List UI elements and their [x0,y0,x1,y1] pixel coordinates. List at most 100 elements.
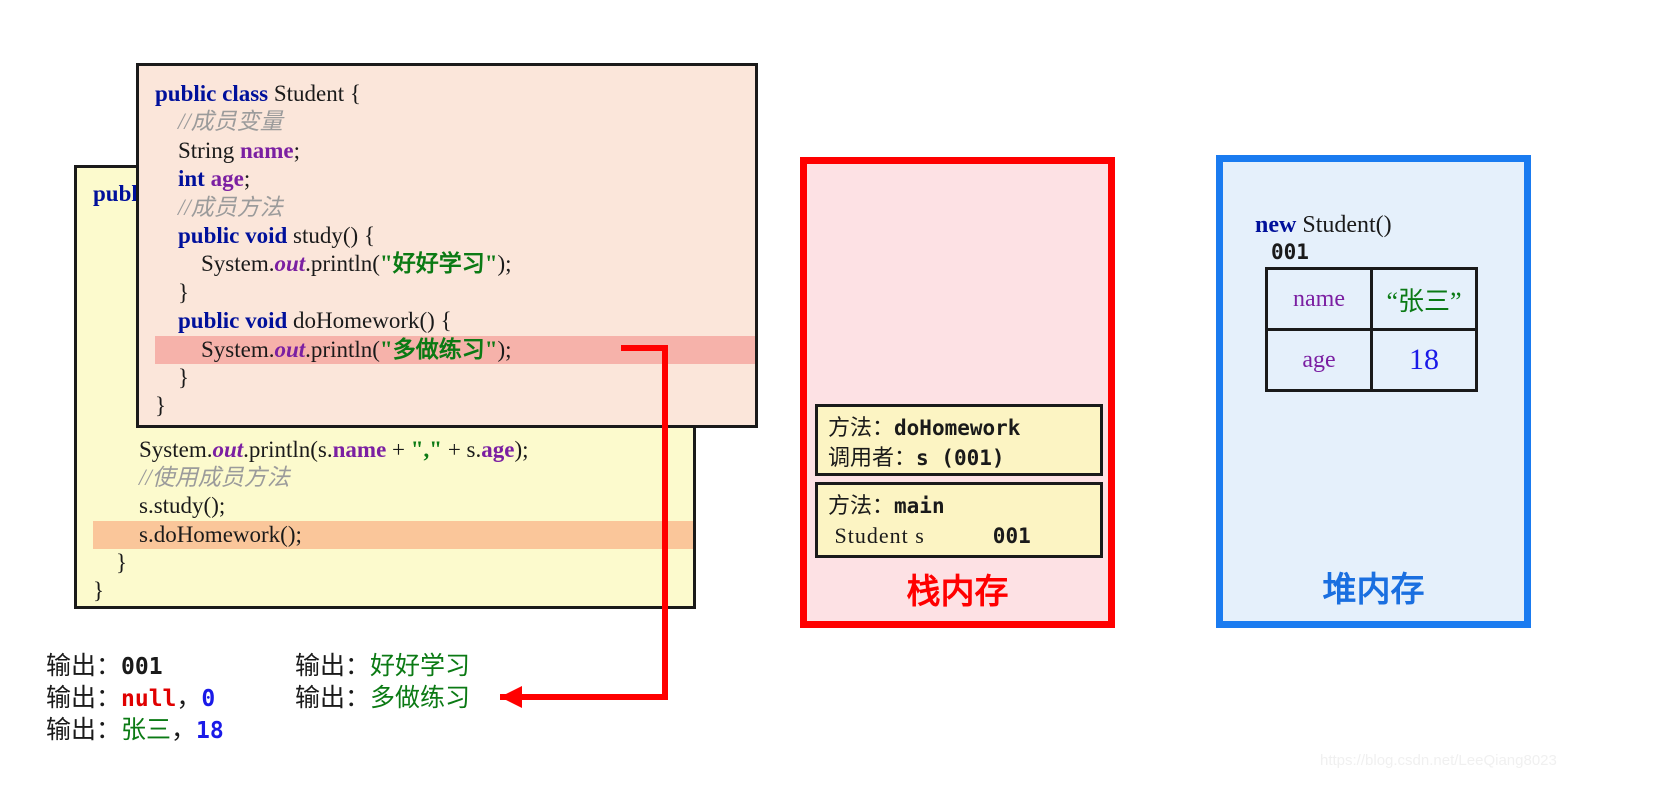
table-row: name “张三” [1265,267,1478,331]
output-line: 输出：null，0 [46,682,224,714]
code-token: name [239,137,294,163]
code-token: ); [514,436,529,462]
code-token: + [386,436,411,462]
stack-frame-main-variable: Student s 001 [828,523,1031,548]
code-token: ); [497,336,512,362]
output-label: 输出： [46,652,122,680]
output-label: 输出： [46,684,122,712]
code-line: } [93,577,693,605]
code-line: s.doHomework(); [93,520,693,550]
heap-field-key-age: age [1265,328,1373,392]
code-line: public class Student { [155,80,755,108]
code-token: public void [178,308,294,334]
code-token: s.study(); [93,493,226,519]
output-label: 输出： [295,652,371,680]
stack-memory-panel: 方法：doHomework 调用者：s (001) 方法：main Studen… [800,157,1115,628]
code-token: .println( [305,251,380,277]
output-column-left: 输出：001 输出：null，0 输出：张三，18 [46,650,224,746]
heap-memory-title: 堆内存 [1322,571,1425,609]
code-token: age [210,166,244,192]
table-row: age 18 [1265,328,1478,392]
output-value: 多做练习 [370,684,471,712]
code-token: out [274,251,306,277]
code-line: System.out.println("好好学习"); [155,250,755,278]
output-value-secondary: 18 [196,718,224,744]
code-token: age [481,436,515,462]
student-class-code-block: public class Student { //成员变量 String nam… [136,63,758,428]
code-line: int age; [155,165,755,193]
heap-object-field-table: name “张三” age 18 [1265,267,1478,392]
code-token: doHomework() { [293,308,452,334]
code-token: "," [410,436,443,462]
code-token: publ [93,181,138,206]
output-line: 输出：张三，18 [46,714,224,746]
csdn-watermark: https://blog.csdn.net/LeeQiang8023 [1320,752,1557,769]
code-token: public void [178,222,294,248]
code-line: s.study(); [93,492,693,520]
code-token: } [93,578,105,604]
code-token: System. [155,251,275,277]
code-token: study() { [293,222,375,248]
output-separator: ， [171,716,197,744]
output-line: 输出：好好学习 [295,650,470,682]
code-line: //使用成员方法 [93,464,693,492]
code-line: //成员变量 [155,108,755,136]
output-label: 输出： [295,684,371,712]
code-line: } [155,364,755,392]
code-token: class [222,81,274,106]
heap-field-value-name: “张三” [1370,267,1478,331]
code-token: System. [155,336,275,362]
code-token: String [155,137,240,163]
code-token: .println( [305,336,380,362]
code-token: ; [243,166,251,192]
stack-frame-main: 方法：main Student s 001 [815,482,1103,558]
code-token: //成员变量 [155,109,283,135]
stack-frame-dohomework: 方法：doHomework 调用者：s (001) [815,404,1103,476]
stack-frame-main-method: 方法：main [828,493,945,518]
heap-memory-panel: new Student() 001 name “张三” age 18 堆内存 [1216,155,1531,628]
heap-field-value-age: 18 [1370,328,1478,392]
code-token: //使用成员方法 [93,464,290,490]
code-line: public void doHomework() { [155,307,755,335]
code-token: out [274,336,306,362]
code-token: int [178,166,211,192]
code-token: } [93,550,128,576]
code-token: .println(s. [243,436,333,462]
stack-frame-dohomework-method: 方法：doHomework [828,415,1021,440]
output-column-right: 输出：好好学习 输出：多做练习 [295,650,470,714]
code-line: System.out.println(s.name + "," + s.age)… [93,436,693,464]
code-line: } [155,279,755,307]
code-token: } [155,364,190,390]
code-token: Student { [273,81,361,106]
code-line: //成员方法 [155,194,755,222]
output-line: 输出：多做练习 [295,682,470,714]
code-token: //成员方法 [155,194,283,220]
code-token: out [212,436,244,462]
output-value: null [121,686,177,712]
output-label: 输出： [46,716,122,744]
student-class-code-lines: public class Student { //成员变量 String nam… [139,66,755,421]
code-line: } [93,549,693,577]
code-line: System.out.println("多做练习"); [155,335,755,364]
output-separator: ， [176,684,202,712]
code-token: name [332,436,387,462]
output-value: 好好学习 [370,652,471,680]
code-line: public void study() { [155,222,755,250]
heap-object-address: 001 [1271,240,1309,264]
code-token: ; [293,137,301,163]
heap-new-object-label: new Student() [1255,212,1392,238]
output-value: 张三 [121,716,172,744]
code-token: public [155,81,223,106]
code-token: } [155,279,190,305]
code-token: s.doHomework(); [93,521,302,547]
output-value-secondary: 0 [201,686,216,712]
code-token: ); [497,251,512,277]
output-value: 001 [121,654,163,680]
code-token: } [155,393,167,419]
stack-memory-title: 栈内存 [906,573,1009,611]
code-token: + s. [442,436,482,462]
heap-field-key-name: name [1265,267,1373,331]
code-line: } [155,392,755,420]
